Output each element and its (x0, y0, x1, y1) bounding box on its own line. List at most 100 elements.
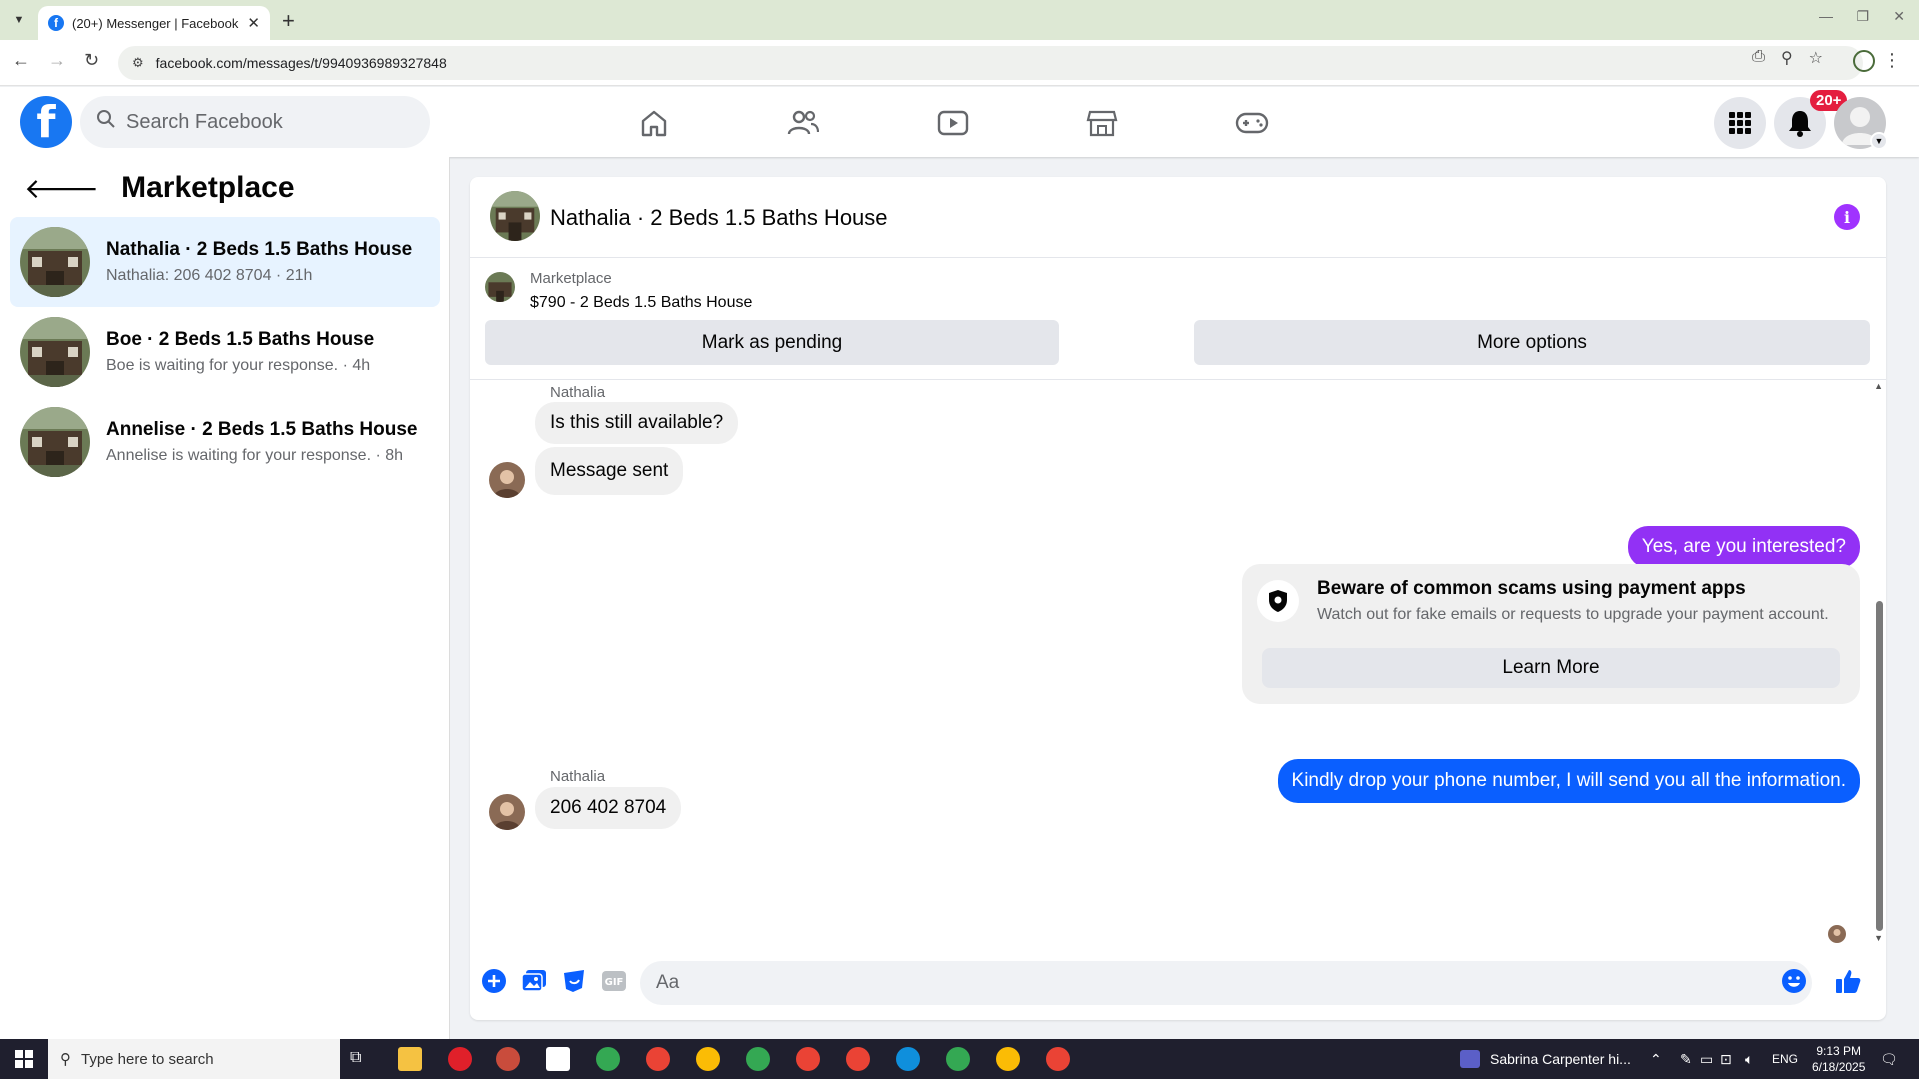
address-bar-row: ← → ↻ ⚙ facebook.com/messages/t/99409369… (0, 40, 1919, 86)
incoming-message[interactable]: 206 402 8704 (535, 787, 682, 829)
add-plus-icon[interactable] (480, 967, 508, 995)
sender-avatar[interactable] (489, 462, 525, 498)
mark-as-pending-button[interactable]: Mark as pending (485, 320, 1059, 365)
media-widget[interactable]: Sabrina Carpenter hi... (1460, 1039, 1631, 1079)
install-app-icon[interactable]: ⎙ (1752, 48, 1765, 68)
tab-title: (20+) Messenger | Facebook (72, 15, 239, 31)
marketplace-icon[interactable] (1078, 99, 1126, 147)
outgoing-message[interactable]: Yes, are you interested? (1627, 526, 1860, 568)
url-field[interactable]: ⚙ facebook.com/messages/t/99409369893278… (118, 46, 1863, 80)
taskbar-search-icon: ⚲ (60, 1051, 71, 1068)
close-window-icon[interactable]: ✕ (1893, 8, 1905, 25)
facebook-logo-icon[interactable]: f (20, 96, 72, 148)
home-icon[interactable] (630, 99, 678, 147)
zoom-icon[interactable]: ⚲ (1781, 48, 1793, 68)
sender-avatar[interactable] (489, 794, 525, 830)
photo-attach-icon[interactable] (520, 967, 548, 995)
scrollbar-thumb[interactable] (1876, 601, 1883, 931)
edge-icon[interactable] (896, 1047, 920, 1071)
friends-icon[interactable] (779, 99, 827, 147)
account-chevron-down-icon[interactable]: ▼ (1870, 132, 1888, 150)
media-title: Sabrina Carpenter hi... (1490, 1051, 1631, 1067)
chrome-icon[interactable] (846, 1047, 870, 1071)
browser-tab-bar: ▼ f (20+) Messenger | Facebook ✕ + — ❐ ✕ (0, 0, 1919, 40)
house-thumbnail (20, 227, 90, 297)
reload-icon[interactable]: ↻ (84, 50, 99, 71)
more-options-button[interactable]: More options (1194, 320, 1870, 365)
minimize-icon[interactable]: — (1819, 8, 1833, 24)
bookmark-star-icon[interactable]: ☆ (1809, 48, 1823, 68)
facebook-search-input[interactable]: Search Facebook (80, 96, 430, 148)
scam-warning-text: Watch out for fake emails or requests to… (1317, 606, 1829, 623)
menu-grid-icon[interactable] (1714, 97, 1766, 149)
emoji-icon[interactable] (1780, 967, 1808, 995)
network-icon[interactable]: ⊡ (1720, 1039, 1732, 1079)
forward-icon[interactable]: → (48, 50, 66, 71)
new-tab-icon[interactable]: + (282, 8, 295, 34)
scroll-up-icon[interactable]: ▲ (1874, 381, 1883, 391)
tab-search-dropdown-icon[interactable]: ▼ (8, 9, 30, 31)
sticker-icon[interactable] (560, 967, 588, 995)
browser-tab-active[interactable]: f (20+) Messenger | Facebook ✕ (38, 6, 270, 40)
close-tab-icon[interactable]: ✕ (247, 14, 260, 32)
info-icon[interactable]: i (1834, 204, 1860, 230)
message-composer: GIF (470, 955, 1886, 1015)
notepad-icon[interactable] (546, 1047, 570, 1071)
browser-menu-icon[interactable]: ⋮ (1883, 50, 1901, 71)
outgoing-message[interactable]: Kindly drop your phone number, I will se… (1277, 759, 1860, 803)
shield-icon (1257, 580, 1299, 622)
scam-warning-title: Beware of common scams using payment app… (1317, 578, 1746, 599)
battery-icon[interactable]: ▭ (1700, 1039, 1713, 1079)
taskbar-search-input[interactable]: ⚲ Type here to search (48, 1039, 340, 1079)
gaming-icon[interactable] (1228, 99, 1276, 147)
chrome-icon[interactable] (796, 1047, 820, 1071)
chat-panel: Nathalia · 2 Beds 1.5 Baths House i Mark… (470, 177, 1886, 1020)
conversation-title: Annelise · 2 Beds 1.5 Baths House (106, 419, 418, 440)
chrome-icon[interactable] (996, 1047, 1020, 1071)
listing-title[interactable]: $790 - 2 Beds 1.5 Baths House (530, 294, 752, 312)
chrome-icon[interactable] (1046, 1047, 1070, 1071)
conversation-item-annelise[interactable]: Annelise · 2 Beds 1.5 Baths House Anneli… (10, 397, 440, 487)
chrome-icon[interactable] (596, 1047, 620, 1071)
volume-icon[interactable]: 🔈︎ (1745, 1039, 1753, 1079)
scroll-down-icon[interactable]: ▼ (1874, 933, 1883, 943)
facebook-favicon-icon: f (48, 15, 64, 31)
thumbs-up-icon[interactable] (1834, 967, 1862, 995)
incoming-message[interactable]: Message sent (535, 447, 684, 495)
browser-profile-icon[interactable] (1853, 50, 1875, 72)
incoming-message[interactable]: Is this still available? (535, 402, 739, 444)
gif-icon[interactable]: GIF (600, 967, 628, 995)
opera-icon[interactable] (448, 1047, 472, 1071)
conversation-item-boe[interactable]: Boe · 2 Beds 1.5 Baths House Boe is wait… (10, 307, 440, 397)
chat-title[interactable]: Nathalia · 2 Beds 1.5 Baths House (550, 205, 888, 231)
task-view-icon[interactable]: ⧉ (350, 1049, 361, 1067)
svg-text:GIF: GIF (605, 977, 624, 988)
file-explorer-icon[interactable] (398, 1047, 422, 1071)
chrome-icon[interactable] (946, 1047, 970, 1071)
chrome-icon[interactable] (696, 1047, 720, 1071)
listing-thumbnail[interactable] (485, 272, 515, 302)
back-arrow-icon[interactable]: 🡐 (24, 171, 99, 205)
language-indicator[interactable]: ENG (1772, 1039, 1798, 1079)
clock[interactable]: 9:13 PM 6/18/2025 (1812, 1039, 1865, 1079)
sender-name: Nathalia (550, 768, 606, 785)
listing-source: Marketplace (530, 270, 612, 287)
notification-center-icon[interactable]: 🗨︎ (1880, 1039, 1898, 1079)
watch-icon[interactable] (929, 99, 977, 147)
message-input[interactable] (640, 961, 1812, 1005)
restore-icon[interactable]: ❐ (1856, 8, 1869, 25)
learn-more-button[interactable]: Learn More (1262, 648, 1840, 688)
chat-listing-thumbnail[interactable] (490, 191, 540, 241)
back-icon[interactable]: ← (12, 50, 30, 71)
conversation-item-nathalia[interactable]: Nathalia · 2 Beds 1.5 Baths House Nathal… (10, 217, 440, 307)
conversation-preview: Boe is waiting for your response. · 4h (106, 357, 371, 374)
site-info-icon[interactable]: ⚙ (132, 55, 144, 71)
search-placeholder: Search Facebook (126, 110, 283, 133)
pen-icon[interactable]: ✎ (1680, 1039, 1692, 1079)
chrome-icon[interactable] (646, 1047, 670, 1071)
chrome-icon[interactable] (746, 1047, 770, 1071)
windows-start-icon[interactable] (0, 1039, 48, 1079)
message-scrollbar[interactable]: ▲ ▼ (1872, 381, 1886, 943)
tray-chevron-up-icon[interactable]: ⌃ (1650, 1039, 1662, 1079)
app-icon[interactable] (496, 1047, 520, 1071)
